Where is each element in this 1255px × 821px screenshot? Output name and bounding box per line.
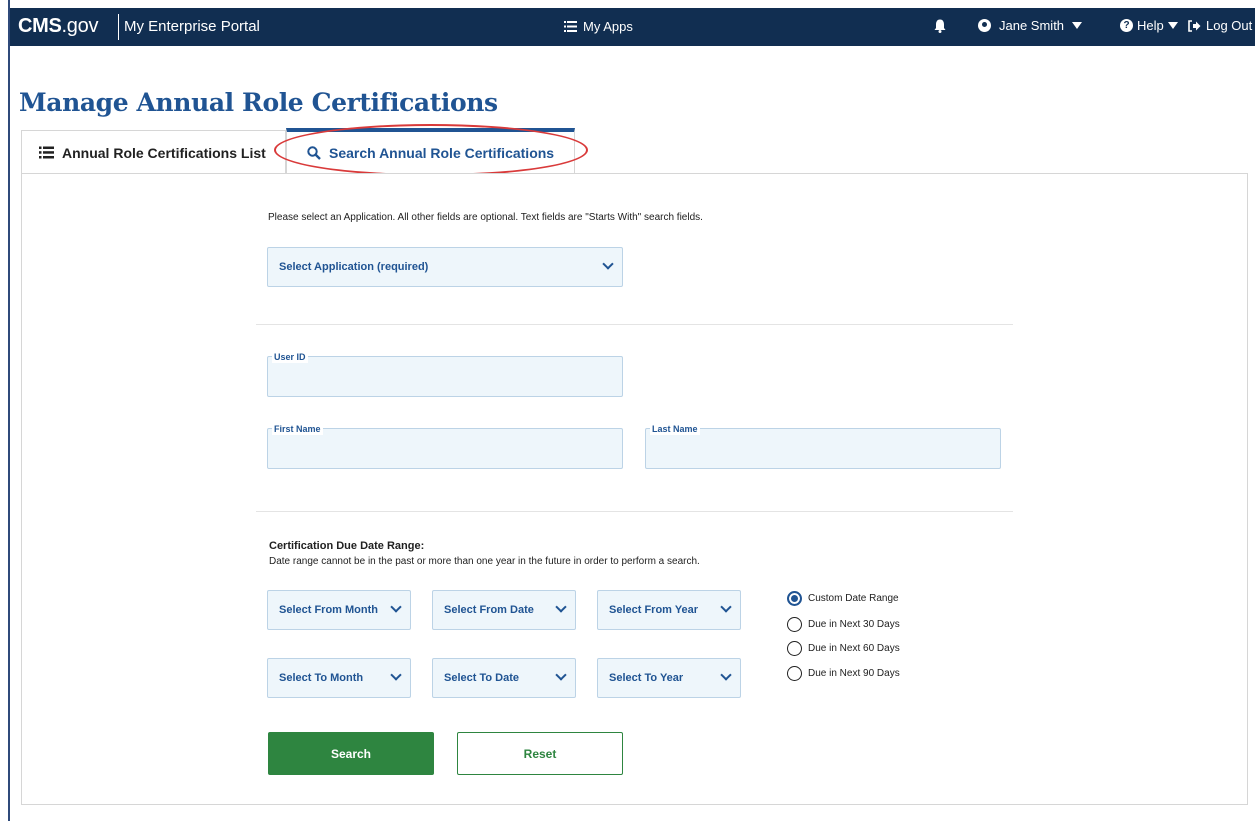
radio-next-90-days[interactable]: Due in Next 90 Days [787, 666, 900, 681]
search-button[interactable]: Search [268, 732, 434, 775]
chevron-down-icon [720, 601, 732, 613]
from-date-label: Select From Date [444, 604, 534, 616]
from-date-select[interactable]: Select From Date [432, 590, 576, 630]
chevron-down-icon [390, 601, 402, 613]
cms-logo[interactable]: CMS.gov [18, 15, 98, 38]
tab-certifications-list[interactable]: Annual Role Certifications List [21, 130, 286, 174]
to-month-select[interactable]: Select To Month [267, 658, 411, 698]
section-divider [256, 324, 1013, 325]
chevron-down-icon [390, 669, 402, 681]
tab-label: Annual Role Certifications List [62, 144, 266, 161]
bell-icon [934, 19, 946, 33]
user-id-field[interactable]: User ID [267, 351, 623, 397]
first-name-input[interactable] [268, 429, 622, 468]
radio-unselected-icon [787, 617, 802, 632]
from-month-select[interactable]: Select From Month [267, 590, 411, 630]
caret-down-icon [1072, 22, 1083, 29]
radio-label: Due in Next 60 Days [808, 643, 900, 654]
chevron-down-icon [720, 669, 732, 681]
page-title: Manage Annual Role Certifications [19, 88, 498, 117]
question-circle-icon: ? [1120, 19, 1133, 32]
to-year-label: Select To Year [609, 672, 684, 684]
radio-label: Due in Next 30 Days [808, 619, 900, 630]
date-range-heading: Certification Due Date Range: [269, 540, 425, 552]
chevron-down-icon [555, 669, 567, 681]
chevron-down-icon [555, 601, 567, 613]
first-name-field[interactable]: First Name [267, 423, 623, 469]
to-year-select[interactable]: Select To Year [597, 658, 741, 698]
caret-down-icon [1167, 22, 1178, 29]
sign-out-icon [1188, 19, 1201, 32]
logout-button[interactable]: Log Out [1188, 18, 1252, 33]
from-year-select[interactable]: Select From Year [597, 590, 741, 630]
top-navigation-bar: CMS.gov My Enterprise Portal My Apps Jan… [10, 8, 1255, 46]
search-panel [21, 173, 1248, 805]
to-date-select[interactable]: Select To Date [432, 658, 576, 698]
window-edge [8, 0, 10, 821]
tab-label: Search Annual Role Certifications [329, 145, 555, 161]
search-icon [307, 146, 321, 160]
notifications-button[interactable] [934, 19, 946, 36]
user-id-input[interactable] [268, 357, 622, 396]
user-menu[interactable]: Jane Smith [978, 18, 1083, 33]
radio-selected-icon [787, 591, 802, 606]
logo-divider [118, 14, 119, 40]
list-icon [39, 146, 54, 159]
user-circle-icon [978, 19, 991, 32]
form-instructions: Please select an Application. All other … [268, 212, 703, 223]
portal-name: My Enterprise Portal [124, 18, 260, 35]
help-label: Help [1137, 18, 1164, 33]
radio-next-30-days[interactable]: Due in Next 30 Days [787, 617, 900, 632]
from-year-label: Select From Year [609, 604, 699, 616]
last-name-input[interactable] [646, 429, 1000, 468]
user-name: Jane Smith [999, 18, 1065, 33]
to-date-label: Select To Date [444, 672, 519, 684]
help-menu[interactable]: ? Help [1120, 18, 1178, 33]
radio-label: Custom Date Range [808, 593, 899, 604]
radio-unselected-icon [787, 666, 802, 681]
logout-label: Log Out [1206, 18, 1253, 33]
to-month-label: Select To Month [279, 672, 364, 684]
tab-search-certifications[interactable]: Search Annual Role Certifications [286, 128, 575, 174]
reset-button[interactable]: Reset [457, 732, 623, 775]
application-select-label: Select Application (required) [279, 261, 429, 273]
section-divider [256, 511, 1013, 512]
application-select[interactable]: Select Application (required) [267, 247, 623, 287]
radio-label: Due in Next 90 Days [808, 668, 900, 679]
chevron-down-icon [602, 258, 614, 270]
my-apps-button[interactable]: My Apps [564, 19, 633, 34]
date-range-note: Date range cannot be in the past or more… [269, 556, 700, 567]
list-icon [564, 21, 577, 32]
my-apps-label: My Apps [583, 19, 633, 34]
last-name-field[interactable]: Last Name [645, 423, 1001, 469]
radio-unselected-icon [787, 641, 802, 656]
radio-custom-date-range[interactable]: Custom Date Range [787, 591, 899, 606]
from-month-label: Select From Month [279, 604, 379, 616]
radio-next-60-days[interactable]: Due in Next 60 Days [787, 641, 900, 656]
